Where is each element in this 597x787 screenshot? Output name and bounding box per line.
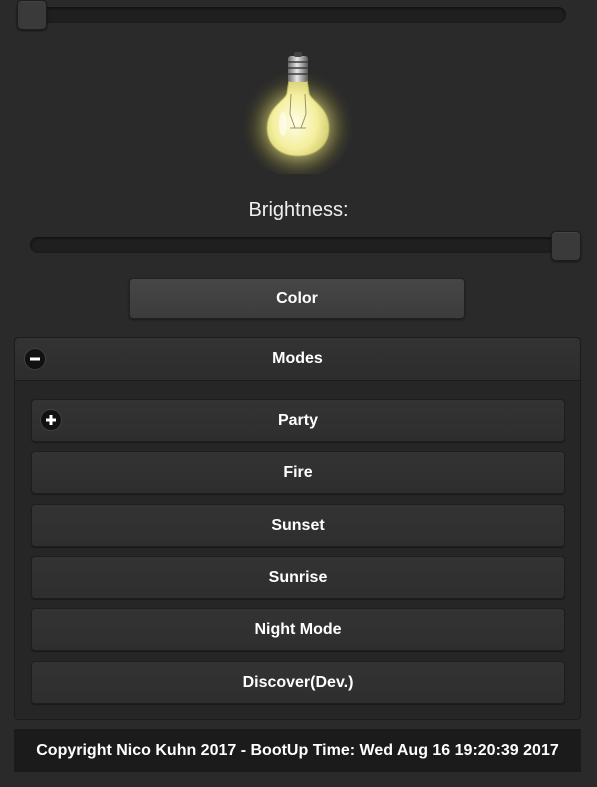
- color-button[interactable]: Color: [129, 278, 465, 319]
- mode-label: Sunset: [271, 517, 325, 534]
- modes-collapsible: Modes Party Fire Sunset Sunrise Night Mo…: [14, 337, 581, 720]
- mode-label: Discover(Dev.): [242, 674, 354, 691]
- mode-label: Sunrise: [268, 569, 328, 586]
- top-slider-handle[interactable]: [17, 0, 47, 30]
- mode-button-fire[interactable]: Fire: [31, 451, 565, 494]
- page: Brightness: Color Modes Party Fire Sunse…: [0, 0, 597, 787]
- brightness-slider-track[interactable]: [30, 237, 580, 253]
- mode-label: Party: [277, 412, 319, 429]
- brightness-slider-handle[interactable]: [551, 231, 581, 261]
- mode-button-sunset[interactable]: Sunset: [31, 504, 565, 547]
- plus-icon: [41, 410, 61, 430]
- light-bulb-icon: [233, 44, 363, 178]
- mode-label: Fire: [283, 464, 313, 481]
- mode-label: Night Mode: [254, 621, 342, 638]
- minus-icon: [25, 349, 45, 369]
- modes-header-label: Modes: [272, 350, 323, 367]
- mode-button-party[interactable]: Party: [31, 399, 565, 442]
- brightness-label: Brightness:: [248, 199, 349, 221]
- mode-button-night-mode[interactable]: Night Mode: [31, 608, 565, 651]
- footer-copyright: Copyright Nico Kuhn 2017 - BootUp Time: …: [14, 729, 581, 772]
- modes-header-toggle[interactable]: Modes: [15, 338, 580, 381]
- mode-button-sunrise[interactable]: Sunrise: [31, 556, 565, 599]
- mode-button-discover[interactable]: Discover(Dev.): [31, 661, 565, 704]
- top-slider-track[interactable]: [18, 7, 566, 23]
